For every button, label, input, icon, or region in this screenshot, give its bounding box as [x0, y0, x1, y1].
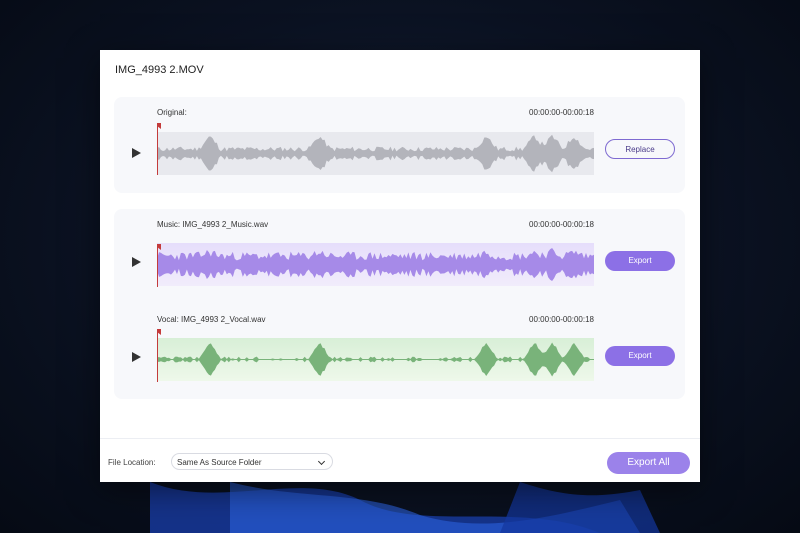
original-panel: Original: 00:00:00-00:00:18 Replace: [114, 97, 685, 193]
waveform-original[interactable]: [157, 132, 594, 175]
file-location-value: Same As Source Folder: [177, 458, 262, 467]
window-title: IMG_4993 2.MOV: [115, 64, 204, 76]
playhead-marker[interactable]: [157, 329, 161, 335]
play-icon[interactable]: [132, 352, 141, 362]
playhead[interactable]: [157, 244, 158, 287]
track-label: Music: IMG_4993 2_Music.wav: [157, 220, 269, 229]
track-vocal: Vocal: IMG_4993 2_Vocal.wav 00:00:00-00:…: [114, 304, 685, 384]
file-location-select[interactable]: Same As Source Folder: [171, 453, 333, 470]
playhead-marker[interactable]: [157, 123, 161, 129]
track-label: Vocal: IMG_4993 2_Vocal.wav: [157, 315, 266, 324]
replace-button[interactable]: Replace: [605, 139, 675, 159]
file-location-label: File Location:: [108, 458, 156, 467]
playhead-marker[interactable]: [157, 244, 161, 250]
play-icon[interactable]: [132, 148, 141, 158]
audio-separation-window: IMG_4993 2.MOV Original: 00:00:00-00:00:…: [100, 50, 700, 482]
waveform-vocal[interactable]: [157, 338, 594, 381]
separated-panel: Music: IMG_4993 2_Music.wav 00:00:00-00:…: [114, 209, 685, 399]
waveform-music[interactable]: [157, 243, 594, 286]
playhead[interactable]: [157, 123, 158, 175]
track-original: Original: 00:00:00-00:00:18 Replace: [114, 97, 685, 177]
export-all-button[interactable]: Export All: [607, 452, 690, 474]
track-time: 00:00:00-00:00:18: [529, 108, 594, 117]
footer-divider: [100, 438, 700, 439]
chevron-down-icon: [317, 457, 326, 466]
playhead[interactable]: [157, 329, 158, 382]
track-music: Music: IMG_4993 2_Music.wav 00:00:00-00:…: [114, 209, 685, 289]
play-icon[interactable]: [132, 257, 141, 267]
track-time: 00:00:00-00:00:18: [529, 315, 594, 324]
track-time: 00:00:00-00:00:18: [529, 220, 594, 229]
export-vocal-button[interactable]: Export: [605, 346, 675, 366]
export-music-button[interactable]: Export: [605, 251, 675, 271]
track-label: Original:: [157, 108, 187, 117]
